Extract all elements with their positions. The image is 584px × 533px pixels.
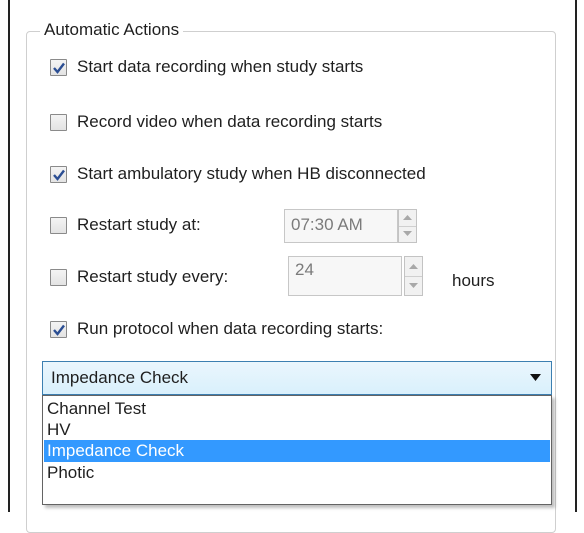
protocol-select-value: Impedance Check — [51, 368, 189, 387]
start-recording-label: Start data recording when study starts — [77, 57, 364, 76]
group-title: Automatic Actions — [40, 20, 184, 40]
start-ambulatory-label: Start ambulatory study when HB disconnec… — [77, 164, 426, 183]
protocol-select[interactable]: Impedance Check — [42, 361, 552, 395]
spin-down-button[interactable] — [405, 276, 422, 296]
run-protocol-checkbox[interactable] — [50, 321, 67, 338]
window-frame-left — [8, 0, 10, 512]
restart-interval-spinner[interactable] — [404, 256, 423, 296]
run-protocol-label: Run protocol when data recording starts: — [77, 319, 384, 338]
start-ambulatory-checkbox[interactable] — [50, 166, 67, 183]
protocol-options-list: Channel Test HV Impedance Check Photic — [42, 395, 552, 505]
restart-time-field[interactable]: 07:30 AM — [284, 209, 398, 243]
restart-at-label: Restart study at: — [77, 215, 201, 234]
spin-up-button[interactable] — [399, 210, 416, 226]
restart-interval-value: 24 — [295, 260, 314, 279]
checkmark-icon — [53, 169, 65, 181]
option-label: HV — [47, 420, 71, 439]
protocol-option-impedance-check[interactable]: Impedance Check — [44, 440, 550, 462]
spin-down-icon — [403, 231, 412, 236]
restart-at-checkbox[interactable] — [50, 217, 67, 234]
record-video-label: Record video when data recording starts — [77, 112, 383, 131]
record-video-checkbox[interactable] — [50, 114, 67, 131]
spin-down-button[interactable] — [399, 226, 416, 243]
checkmark-icon — [53, 62, 65, 74]
restart-every-checkbox[interactable] — [50, 269, 67, 286]
option-label: Impedance Check — [47, 441, 185, 460]
protocol-option-hv[interactable]: HV — [44, 419, 550, 441]
spin-down-icon — [409, 283, 418, 288]
spin-up-button[interactable] — [405, 257, 422, 276]
spin-up-icon — [403, 215, 412, 220]
chevron-down-icon[interactable] — [530, 374, 541, 381]
protocol-option-channel-test[interactable]: Channel Test — [44, 398, 550, 420]
hours-unit-label: hours — [452, 271, 495, 290]
restart-every-label: Restart study every: — [77, 267, 229, 286]
option-label: Channel Test — [47, 399, 146, 418]
checkmark-icon — [53, 324, 65, 336]
restart-time-spinner[interactable] — [398, 209, 417, 243]
start-recording-checkbox[interactable] — [50, 59, 67, 76]
protocol-option-photic[interactable]: Photic — [44, 462, 550, 484]
option-label: Photic — [47, 463, 95, 482]
restart-interval-field[interactable]: 24 — [288, 256, 402, 296]
window-frame-right — [575, 0, 577, 512]
restart-time-value: 07:30 AM — [291, 215, 363, 234]
spin-up-icon — [409, 264, 418, 269]
